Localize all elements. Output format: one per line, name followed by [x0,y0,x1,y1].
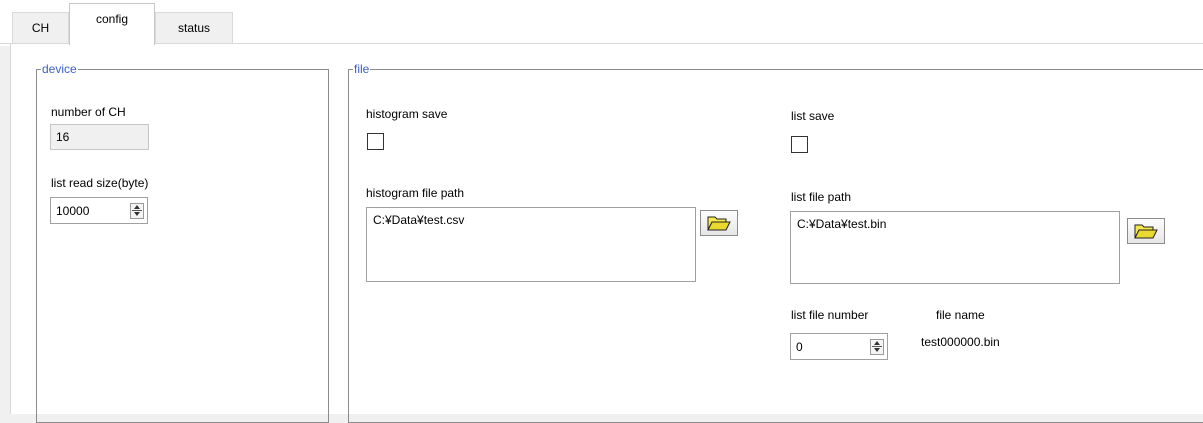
list-read-size-value: 10000 [56,203,90,218]
tab-ch[interactable]: CH [12,12,69,43]
tab-config[interactable]: config [69,3,155,45]
list-file-path-label: list file path [791,190,852,204]
tab-status[interactable]: status [155,12,233,43]
file-name-value: test000000.bin [921,335,1000,349]
tab-label: status [177,21,210,35]
file-name-label: file name [936,308,985,322]
list-save-label: list save [791,109,835,123]
tab-bar: CH config status [0,0,1203,46]
histogram-file-path-text: C:¥Data¥test.csv [373,213,465,227]
list-file-path-input[interactable]: C:¥Data¥test.bin [790,211,1120,284]
tab-label: config [95,11,129,26]
list-file-number-stepper[interactable]: 0 [790,333,888,360]
up-down-spinner-icon[interactable] [130,202,144,219]
tab-content-config: device number of CH 16 list read size(by… [10,44,1203,423]
histogram-file-path-input[interactable]: C:¥Data¥test.csv [366,207,696,282]
histogram-save-checkbox[interactable] [367,133,384,150]
folder-open-icon [707,216,731,231]
number-of-ch-value: 16 [50,124,149,150]
histogram-file-path-label: histogram file path [366,186,465,200]
number-of-ch-text: 16 [56,130,70,144]
list-file-number-label: list file number [791,308,869,322]
list-file-number-value: 0 [796,339,803,354]
number-of-ch-label: number of CH [51,105,126,119]
list-read-size-label: list read size(byte) [51,176,149,190]
list-file-path-text: C:¥Data¥test.bin [797,217,887,231]
histogram-save-label: histogram save [366,107,448,121]
file-group-legend: file [354,62,370,76]
up-down-spinner-icon[interactable] [870,338,884,355]
list-browse-button[interactable] [1127,218,1165,244]
tab-label: CH [31,21,50,35]
histogram-browse-button[interactable] [700,210,738,236]
device-group-legend: device [42,62,77,76]
folder-open-icon [1134,224,1158,239]
list-save-checkbox[interactable] [791,136,808,153]
list-read-size-stepper[interactable]: 10000 [50,197,148,224]
